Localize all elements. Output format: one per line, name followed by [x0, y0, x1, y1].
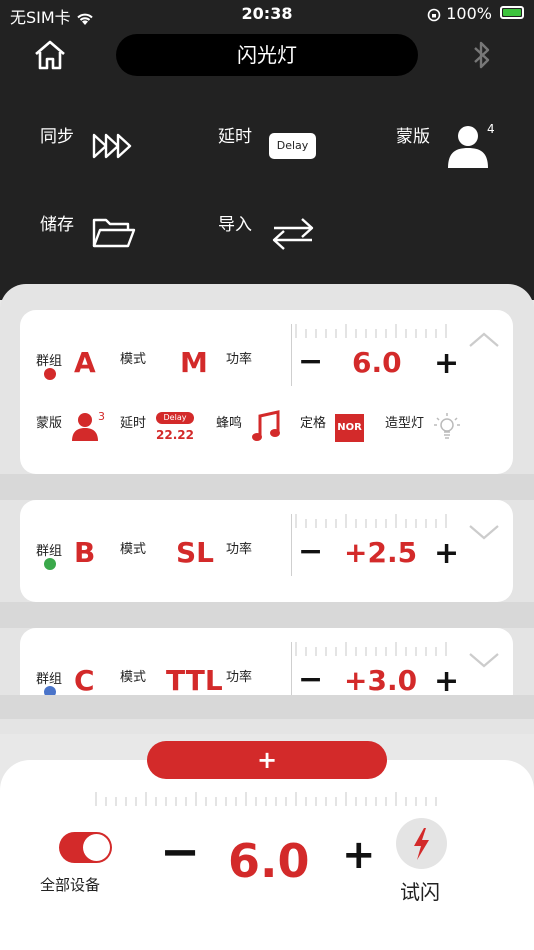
delay-value: 22.22 [156, 428, 194, 442]
group-card-c: 群组 C 模式 TTL 功率 − +3.0 + [20, 628, 513, 695]
row-separator [0, 474, 534, 500]
decrease-button[interactable]: − [298, 534, 323, 569]
group-label: 群组 [36, 672, 63, 687]
status-bar: 无SIM卡 20:38 100% [0, 0, 534, 28]
power-scale [295, 642, 447, 656]
add-group-button[interactable]: + [147, 741, 387, 779]
save-label: 储存 [40, 215, 74, 235]
music-note-icon[interactable] [250, 410, 282, 444]
freeze-label: 定格 [300, 416, 327, 431]
sync-label: 同步 [40, 127, 74, 147]
battery-percent: 100% [427, 4, 492, 23]
delay-label: 延时 [120, 416, 147, 431]
group-card-b: 群组 B 模式 SL 功率 − +2.5 + [20, 500, 513, 602]
decrease-button[interactable]: − [298, 662, 323, 695]
row-separator [0, 695, 534, 719]
mask-label: 蒙版 [36, 416, 63, 431]
power-scale [295, 324, 447, 338]
power-label: 功率 [226, 542, 253, 557]
chevron-down-icon[interactable] [468, 650, 500, 670]
power-scale [295, 514, 447, 528]
sync-button[interactable] [92, 132, 136, 164]
mode-value[interactable]: SL [176, 536, 214, 569]
row-separator [0, 602, 534, 628]
mode-label: 模式 [120, 670, 147, 685]
mask-label: 蒙版 [396, 127, 430, 147]
group-letter[interactable]: A [74, 346, 96, 379]
mask-count: 3 [98, 410, 105, 423]
bluetooth-button[interactable] [468, 38, 496, 76]
bluetooth-icon [474, 41, 490, 69]
fast-forward-icon [92, 133, 132, 159]
group-color-dot [44, 558, 56, 570]
import-label: 导入 [218, 215, 252, 235]
mode-value[interactable]: M [180, 346, 208, 379]
test-flash-button[interactable] [396, 818, 447, 869]
model-light-label: 造型灯 [385, 416, 425, 431]
page-title: 闪光灯 [116, 34, 418, 76]
increase-all-button[interactable]: + [342, 832, 376, 878]
decrease-all-button[interactable]: − [160, 824, 200, 880]
chevron-down-icon[interactable] [468, 522, 500, 542]
group-label: 群组 [36, 544, 63, 559]
power-value: +2.5 [344, 536, 418, 569]
freeze-badge[interactable]: NOR [335, 414, 364, 442]
mode-label: 模式 [120, 542, 147, 557]
power-value: +3.0 [344, 664, 418, 695]
swap-arrows-icon [272, 218, 314, 250]
increase-button[interactable]: + [434, 536, 459, 571]
test-flash-label: 试闪 [400, 880, 440, 904]
save-button[interactable] [92, 216, 136, 254]
group-label: 群组 [36, 354, 63, 369]
group-letter[interactable]: C [74, 664, 95, 695]
increase-button[interactable]: + [434, 664, 459, 695]
group-card-a: 群组 A 模式 M 功率 − 6.0 + 蒙版 3 延时 Delay 22.22… [20, 310, 513, 474]
all-devices-label: 全部设备 [40, 876, 101, 894]
folder-icon [92, 218, 136, 248]
group-color-dot [44, 686, 56, 695]
all-devices-toggle[interactable] [59, 832, 112, 863]
chevron-up-icon[interactable] [468, 330, 500, 350]
power-scale[interactable] [92, 792, 444, 806]
power-label: 功率 [226, 352, 253, 367]
group-letter[interactable]: B [74, 536, 95, 569]
increase-button[interactable]: + [434, 346, 459, 381]
beep-label: 蜂鸣 [216, 416, 243, 431]
mode-label: 模式 [120, 352, 147, 367]
bulb-icon[interactable] [432, 410, 462, 444]
import-button[interactable] [268, 214, 318, 258]
group-color-dot [44, 368, 56, 380]
delay-badge[interactable]: Delay [156, 412, 194, 424]
rotation-lock-icon [427, 8, 441, 21]
mode-value[interactable]: TTL [166, 664, 223, 695]
power-label: 功率 [226, 670, 253, 685]
delay-label: 延时 [218, 127, 252, 147]
battery-icon [500, 6, 524, 19]
lightning-icon [414, 828, 429, 860]
master-power-value: 6.0 [228, 834, 310, 888]
decrease-button[interactable]: − [298, 344, 323, 379]
home-icon [35, 40, 65, 70]
home-button[interactable] [32, 38, 68, 76]
power-value: 6.0 [352, 346, 402, 379]
delay-button[interactable]: Delay [269, 133, 316, 159]
mask-count: 4 [487, 122, 495, 136]
